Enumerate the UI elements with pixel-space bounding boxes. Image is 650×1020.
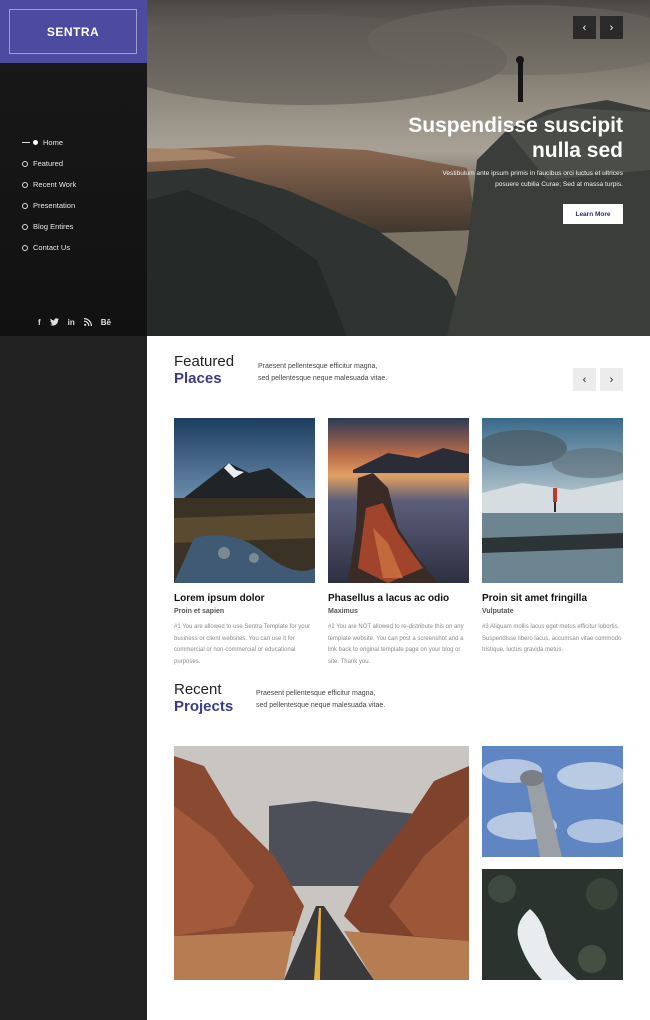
- bullet-icon: [22, 202, 28, 209]
- project-aerial-image[interactable]: [482, 869, 623, 980]
- projects-desc-line2: sed pellentesque neque malesuada vitae.: [256, 702, 386, 709]
- hero-prev-button[interactable]: ‹: [573, 16, 596, 39]
- project-road-image[interactable]: [174, 746, 469, 980]
- nav-label: Home: [43, 138, 64, 147]
- facebook-icon[interactable]: f: [38, 318, 41, 328]
- nav-label: Blog Entires: [33, 222, 74, 231]
- active-bullet-icon: [33, 140, 38, 145]
- bullet-icon: [22, 244, 28, 251]
- nav-label: Presentation: [33, 201, 76, 210]
- hero-title-line1: Suspendisse suscipit: [408, 114, 623, 137]
- nav-label: Recent Work: [33, 180, 77, 189]
- bullet-icon: [22, 160, 28, 167]
- mountain-image: [174, 418, 315, 583]
- bullet-icon: [22, 181, 28, 188]
- featured-next-button[interactable]: ›: [600, 368, 623, 391]
- main-nav: Home Featured Recent Work Presentation B…: [22, 132, 76, 258]
- road-canyon-image: [174, 746, 469, 980]
- chevron-left-icon: ‹: [582, 21, 587, 34]
- card-text: #1 You are allowed to use Sentra Templat…: [174, 624, 310, 665]
- nav-item-contact-us[interactable]: Contact Us: [22, 237, 76, 258]
- twitter-icon[interactable]: [49, 318, 59, 328]
- linkedin-icon[interactable]: in: [68, 318, 75, 328]
- nav-item-recent-work[interactable]: Recent Work: [22, 174, 76, 195]
- place-card[interactable]: Lorem ipsum dolor Proin et sapien #1 You…: [174, 418, 315, 668]
- card-title[interactable]: Proin sit amet fringilla: [482, 593, 623, 605]
- featured-prev-button[interactable]: ‹: [573, 368, 596, 391]
- coastal-rock-image: [328, 418, 469, 583]
- featured-heading: Featured Places: [174, 353, 235, 388]
- aerial-forest-image: [482, 869, 623, 980]
- projects-desc-line1: Praesent pellentesque efficitur magna,: [256, 690, 376, 697]
- social-links: f in Bē: [38, 318, 111, 328]
- nav-item-home[interactable]: Home: [22, 132, 76, 153]
- projects-title-line1: Recent: [174, 681, 222, 698]
- card-title[interactable]: Phasellus a lacus ac odio: [328, 593, 469, 605]
- nav-item-blog-entires[interactable]: Blog Entires: [22, 216, 76, 237]
- hero-title: Suspendisse suscipit nulla sed: [363, 113, 623, 163]
- card-text: #2 You are NOT allowed to re-distribute …: [328, 624, 464, 665]
- project-tower-image[interactable]: [482, 746, 623, 857]
- nav-item-featured[interactable]: Featured: [22, 153, 76, 174]
- card-subtitle: Maximus: [328, 608, 358, 615]
- brand-frame: SENTRA: [9, 9, 137, 54]
- nav-label: Contact Us: [33, 243, 71, 252]
- place-card[interactable]: Phasellus a lacus ac odio Maximus #2 You…: [328, 418, 469, 668]
- card-subtitle: Proin et sapien: [174, 608, 225, 615]
- card-subtitle: Vulputate: [482, 608, 514, 615]
- hero-next-button[interactable]: ›: [600, 16, 623, 39]
- brand-name: SENTRA: [46, 24, 100, 39]
- card-text: #3 Aliquam mollis lacus eget metus effic…: [482, 624, 622, 653]
- sidebar: SENTRA Home Featured Recent Work Present…: [0, 0, 147, 1020]
- hero-text: Vestibulum ante ipsum primis in faucibus…: [408, 168, 623, 190]
- projects-heading: Recent Projects: [174, 681, 234, 716]
- featured-title-line2: Places: [174, 370, 222, 387]
- bullet-icon: [22, 223, 28, 230]
- chevron-right-icon: ›: [609, 21, 614, 34]
- hero-title-line2: nulla sed: [531, 139, 623, 162]
- featured-desc-line1: Praesent pellentesque efficitur magna,: [258, 363, 378, 370]
- place-card[interactable]: Proin sit amet fringilla Vulputate #3 Al…: [482, 418, 623, 657]
- hero-text-line1: Vestibulum ante ipsum primis in faucibus…: [442, 170, 623, 177]
- featured-title-line1: Featured: [174, 353, 235, 370]
- projects-description: Praesent pellentesque efficitur magna, s…: [256, 688, 385, 712]
- projects-title-line2: Projects: [174, 698, 234, 715]
- chevron-left-icon: ‹: [582, 373, 587, 386]
- featured-description: Praesent pellentesque efficitur magna, s…: [258, 361, 387, 385]
- chevron-right-icon: ›: [609, 373, 614, 386]
- active-dash-icon: [22, 142, 30, 143]
- rss-icon[interactable]: [83, 318, 92, 328]
- nav-label: Featured: [33, 159, 64, 168]
- card-title[interactable]: Lorem ipsum dolor: [174, 593, 315, 605]
- tower-sky-image: [482, 746, 623, 857]
- nav-item-presentation[interactable]: Presentation: [22, 195, 76, 216]
- learn-more-button[interactable]: Learn More: [563, 204, 623, 224]
- hero-text-line2: posuere cubilia Curae; Sed at massa turp…: [495, 181, 623, 188]
- brand-logo[interactable]: SENTRA: [0, 0, 147, 63]
- featured-desc-line2: sed pellentesque neque malesuada vitae.: [258, 375, 388, 382]
- reflection-lake-image: [482, 418, 623, 583]
- behance-icon[interactable]: Bē: [101, 318, 111, 328]
- hero-slider: ‹ › Suspendisse suscipit nulla sed Vesti…: [147, 0, 650, 336]
